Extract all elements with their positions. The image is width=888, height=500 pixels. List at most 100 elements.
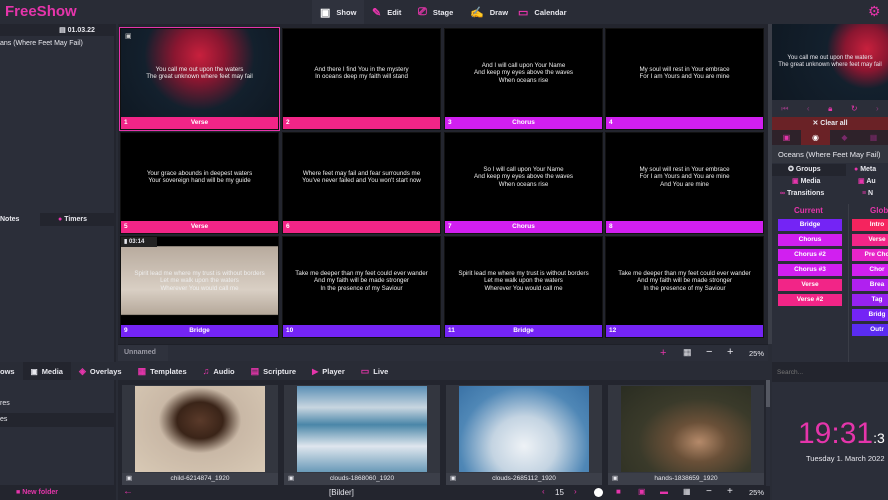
global-group-button[interactable]: Bridg: [852, 309, 888, 321]
next-page-icon[interactable]: ›: [574, 487, 577, 496]
media-card[interactable]: ▣ child-6214874_1920: [122, 385, 278, 485]
lock-icon[interactable]: 🔒︎: [828, 104, 832, 114]
audio-tab-icon[interactable]: ▦: [859, 130, 888, 145]
zoom-out-icon[interactable]: −: [706, 486, 712, 497]
tab-audio[interactable]: ▣ Au: [846, 176, 876, 188]
nav-draw[interactable]: ✍ Draw: [462, 0, 516, 24]
media-caption: ▣ clouds-2685112_1920: [446, 473, 602, 485]
zoom-in-icon[interactable]: +: [727, 346, 733, 358]
back-arrow-icon[interactable]: ←: [123, 486, 133, 497]
slide-5[interactable]: Your grace abounds in deepest waters You…: [120, 132, 279, 234]
show-list-item[interactable]: ans (Where Feet May Fail): [0, 40, 83, 47]
zoom-out-icon[interactable]: −: [706, 346, 712, 358]
tab-media[interactable]: ▣ Media: [22, 362, 71, 380]
settings-gear-icon[interactable]: ⚙: [868, 3, 881, 20]
draw-icon: ✍: [470, 6, 484, 19]
slide-tab-icon[interactable]: ◉: [801, 130, 830, 145]
global-group-button[interactable]: Brea: [852, 279, 888, 291]
slide-10[interactable]: Take me deeper than my feet could ever w…: [282, 236, 441, 338]
tab-transitions[interactable]: ∞ Transitions: [772, 188, 846, 200]
slide-group-label: Chorus: [445, 117, 602, 129]
tab-metadata[interactable]: ● Meta: [846, 164, 876, 176]
grid-icon[interactable]: ▦: [683, 487, 691, 496]
tab-overlays[interactable]: ◈ Overlays: [71, 362, 130, 380]
slide-1[interactable]: You call me out upon the waters The grea…: [119, 27, 280, 131]
slide-7[interactable]: So I will call upon Your Name And keep m…: [444, 132, 603, 234]
group-button[interactable]: Chorus #2: [778, 249, 842, 261]
group-button[interactable]: Bridge: [778, 219, 842, 231]
slide-8[interactable]: My soul will rest in Your embrace For I …: [605, 132, 764, 234]
zoom-in-icon[interactable]: +: [727, 486, 733, 497]
slide-text: Spirit lead me where my trust is without…: [458, 269, 589, 292]
slide-text: Spirit lead me where my trust is without…: [121, 237, 278, 325]
group-button[interactable]: Verse #2: [778, 294, 842, 306]
slide-group-label: [283, 117, 440, 129]
tab-templates[interactable]: ▦ Templates: [130, 362, 195, 380]
group-button[interactable]: Chorus: [778, 234, 842, 246]
background-tab-icon[interactable]: ▣: [772, 130, 801, 145]
new-folder-button[interactable]: ■ New folder: [0, 485, 114, 500]
tab-shows[interactable]: ows: [0, 362, 23, 380]
nav-stage[interactable]: ⎚ Stage: [410, 0, 461, 24]
tab-live[interactable]: ▭ Live: [353, 362, 397, 380]
nav-label: Stage: [432, 7, 454, 17]
slide-9[interactable]: Spirit lead me where my trust is without…: [120, 236, 279, 338]
image-icon: ▣: [612, 475, 619, 482]
slide-12[interactable]: Take me deeper than my feet could ever w…: [605, 236, 764, 338]
group-button[interactable]: Verse: [778, 279, 842, 291]
tab-audio[interactable]: ♫ Audio: [195, 362, 243, 380]
layout-tab[interactable]: Unnamed: [118, 345, 168, 361]
add-slide-icon[interactable]: +: [660, 347, 666, 359]
search-input[interactable]: [772, 362, 888, 382]
tab-groups[interactable]: ✪ Groups: [772, 164, 846, 176]
media-card[interactable]: ▣ clouds-1868060_1920: [284, 385, 440, 485]
group-button[interactable]: Chorus #3: [778, 264, 842, 276]
slide-number: 1: [124, 119, 128, 126]
all-filter-icon[interactable]: [594, 488, 603, 497]
global-group-button[interactable]: Pre Cho: [852, 249, 888, 261]
media-scrollbar[interactable]: [766, 380, 770, 486]
tab-media[interactable]: ▣ Media: [772, 176, 846, 188]
nav-edit[interactable]: ✎ Edit: [364, 0, 409, 24]
nav-calendar[interactable]: ▭ Calendar: [510, 0, 575, 24]
global-group-button[interactable]: Verse: [852, 234, 888, 246]
global-group-button[interactable]: Tag: [852, 294, 888, 306]
tab-timers[interactable]: ● Timers: [40, 213, 114, 226]
media-card[interactable]: ▣ clouds-2685112_1920: [446, 385, 602, 485]
slide-11[interactable]: Spirit lead me where my trust is without…: [444, 236, 603, 338]
slide-group-label: Chorus: [445, 221, 602, 233]
tab-notes[interactable]: ≡ N: [846, 188, 873, 200]
global-group-button[interactable]: Outr: [852, 324, 888, 336]
tab-scripture[interactable]: ▤ Scripture: [243, 362, 304, 380]
clear-all-button[interactable]: ✕ Clear all: [772, 117, 888, 130]
nav-show[interactable]: ▣ Show: [312, 0, 365, 24]
slide-4[interactable]: My soul will rest in Your embrace For I …: [605, 28, 764, 130]
overlay-tab-icon[interactable]: ◆: [830, 130, 859, 145]
slide-2[interactable]: And there I find You in the mystery In o…: [282, 28, 441, 130]
grid-icon[interactable]: ▦: [683, 347, 692, 358]
folder-filter-icon[interactable]: ■: [616, 487, 621, 496]
global-group-button[interactable]: Chor: [852, 264, 888, 276]
output-preview[interactable]: You call me out upon the waters The grea…: [772, 24, 888, 100]
folder-panel: res es ■ New folder: [0, 380, 116, 500]
tab-notes[interactable]: Notes: [0, 213, 40, 226]
image-filter-icon[interactable]: ▣: [638, 487, 646, 496]
global-group-button[interactable]: Intro: [852, 219, 888, 231]
next-slide-icon[interactable]: ›: [876, 104, 879, 113]
slide-text: Take me deeper than my feet could ever w…: [295, 269, 428, 292]
nav-label: Draw: [489, 7, 509, 17]
prev-slide-icon[interactable]: ‹: [807, 104, 810, 113]
prev-page-icon[interactable]: ‹: [542, 487, 545, 496]
media-thumbnail: [621, 386, 751, 472]
media-card[interactable]: ▣ hands-1838659_1920: [608, 385, 764, 485]
slide-3[interactable]: And I will call upon Your Name And keep …: [444, 28, 603, 130]
folder-item[interactable]: res: [0, 400, 10, 407]
folder-item-selected[interactable]: es: [0, 413, 114, 427]
refresh-icon[interactable]: ↻: [851, 104, 858, 113]
first-slide-icon[interactable]: ⏮: [781, 104, 788, 114]
media-name: child-6214874_1920: [170, 475, 230, 482]
slide-6[interactable]: Where feet may fail and fear surrounds m…: [282, 132, 441, 234]
tab-player[interactable]: ▶ Player: [304, 362, 353, 380]
video-filter-icon[interactable]: ▬: [660, 487, 668, 496]
slide-text: My soul will rest in Your embrace For I …: [639, 165, 730, 188]
